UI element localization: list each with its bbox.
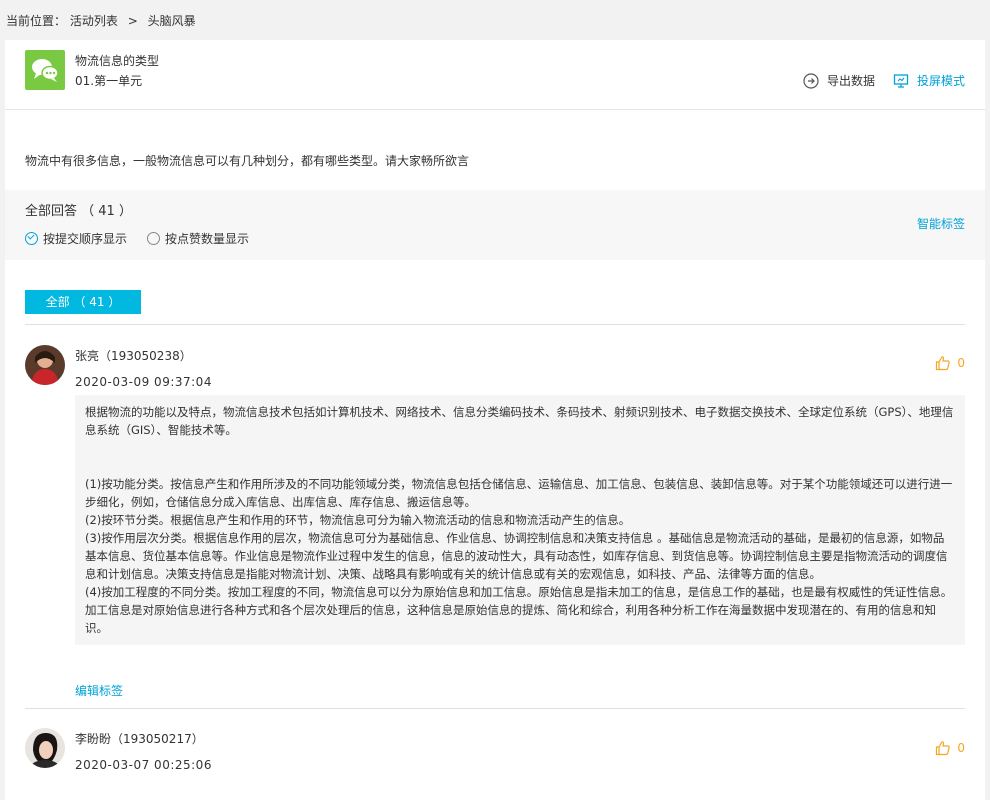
avatar[interactable] [25,345,65,385]
sort-by-submit-order-radio[interactable]: 按提交顺序显示 [25,230,127,247]
projector-icon [893,73,909,88]
export-data-label: 导出数据 [826,74,875,88]
divider [25,708,965,709]
answer-count: 全部回答 （ 41 ） [25,204,132,219]
sort-by-likes-label: 按点赞数量显示 [165,232,250,246]
divider [25,324,965,325]
like-button[interactable]: 0 [935,355,965,371]
answer-time: 2020-03-09 09:37:04 [75,375,212,389]
answer-paragraph: (3)按作用层次分类。根据信息作用的层次，物流信息可分为基础信息、作业信息、协调… [85,531,948,581]
radio-checked-icon [25,232,38,245]
export-data-button[interactable]: 导出数据 [803,72,875,89]
answer-item: 张亮（193050238） 2020-03-09 09:37:04 0 根据物流… [25,345,965,705]
breadcrumb-activity-list[interactable]: 活动列表 [70,14,118,28]
activity-header: 物流信息的类型 01.第一单元 导出数据 投屏模式 [5,40,985,110]
breadcrumb: 当前位置： 活动列表 > 头脑风暴 [6,12,196,29]
brainstorm-logo-icon [25,50,65,90]
answer-paragraph: (1)按功能分类。按信息产生和作用所涉及的不同功能领域分类，物流信息包括仓储信息… [85,477,953,509]
answer-item: 李盼盼（193050217） 2020-03-07 00:25:06 0 [25,728,965,788]
breadcrumb-prefix: 当前位置： [6,14,67,28]
activity-unit: 01.第一单元 [75,74,143,88]
sort-options: 按提交顺序显示 按点赞数量显示 [25,230,269,247]
like-count: 0 [957,356,965,370]
activity-title: 物流信息的类型 [75,54,160,68]
projection-mode-label: 投屏模式 [916,74,965,88]
projection-mode-button[interactable]: 投屏模式 [893,72,965,89]
answer-paragraph: (2)按环节分类。根据信息产生和作用的环节，物流信息可分为输入物流活动的信息和物… [85,513,631,527]
answers-toolbar: 全部回答 （ 41 ） 按提交顺序显示 按点赞数量显示 智能标签 [5,190,985,260]
breadcrumb-brainstorm: 头脑风暴 [147,14,196,28]
answer-author: 李盼盼（193050217） [75,732,204,746]
header-actions: 导出数据 投屏模式 [803,72,965,89]
thumbs-up-icon [936,741,951,756]
export-icon [803,72,819,89]
answer-content: 根据物流的功能以及特点，物流信息技术包括如计算机技术、网络技术、信息分类编码技术… [75,395,965,645]
like-count: 0 [957,741,965,755]
answer-paragraph: (4)按加工程度的不同分类。按加工程度的不同，物流信息可以分为原始信息和加工信息… [85,585,953,635]
sort-by-submit-order-label: 按提交顺序显示 [43,232,128,246]
question-text: 物流中有很多信息，一般物流信息可以有几种划分，都有哪些类型。请大家畅所欲言 [25,154,470,168]
main-panel: 物流信息的类型 01.第一单元 导出数据 投屏模式 物流中有很多信息，一般物流信… [5,40,985,800]
smart-tag-link[interactable]: 智能标签 [917,215,965,232]
sort-by-likes-radio[interactable]: 按点赞数量显示 [147,230,249,247]
answer-author: 张亮（193050238） [75,349,192,363]
avatar[interactable] [25,728,65,768]
radio-unchecked-icon [147,232,161,245]
answer-time: 2020-03-07 00:25:06 [75,758,212,772]
edit-tag-link[interactable]: 编辑标签 [75,682,123,699]
like-button[interactable]: 0 [935,740,965,756]
answer-paragraph: 根据物流的功能以及特点，物流信息技术包括如计算机技术、网络技术、信息分类编码技术… [85,405,954,437]
thumbs-up-icon [936,356,951,371]
breadcrumb-separator: > [127,14,138,28]
tab-all-answers[interactable]: 全部 （ 41 ） [25,290,141,314]
